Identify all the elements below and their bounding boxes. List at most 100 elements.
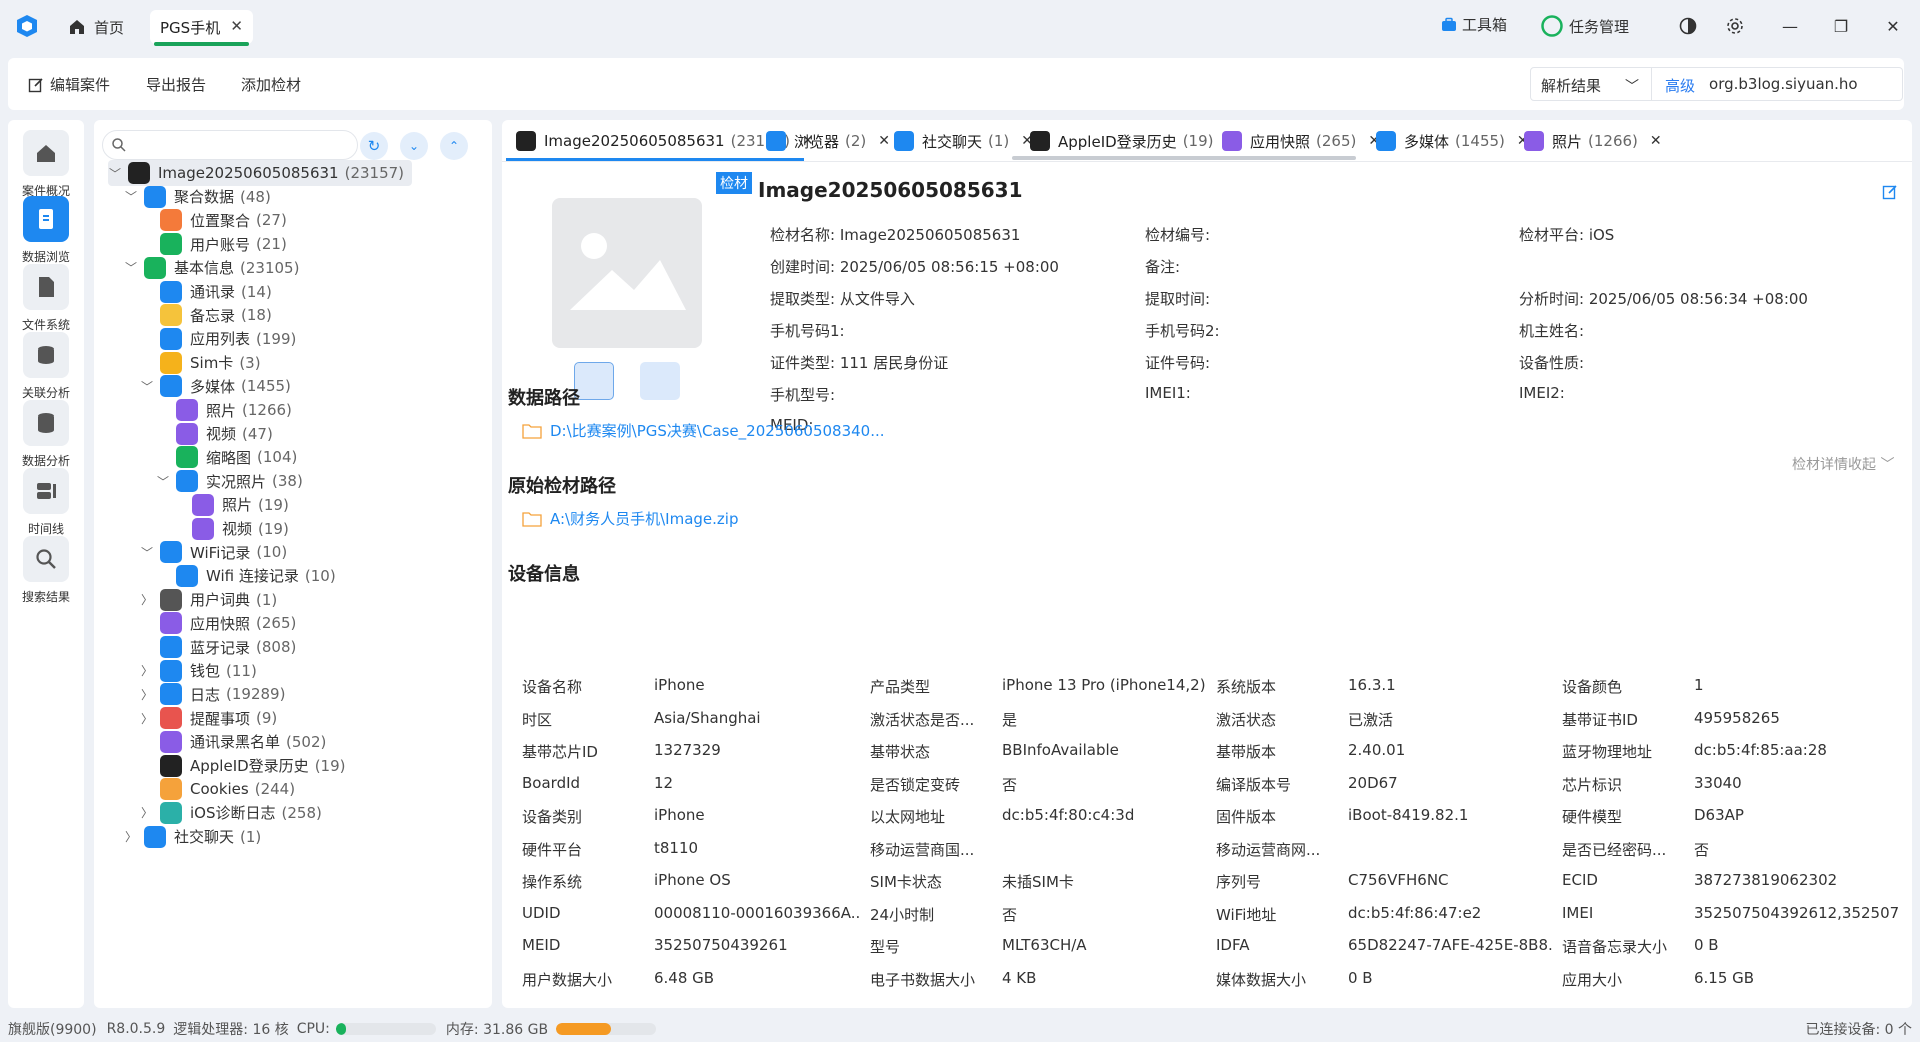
tree-node[interactable]: 〉 用户词典 (1) bbox=[140, 587, 277, 613]
correlation-icon bbox=[38, 346, 54, 364]
tree-search-input[interactable] bbox=[102, 130, 358, 160]
tree-node[interactable]: 位置聚合 (27) bbox=[140, 207, 287, 233]
toolbox-button[interactable]: 工具箱 bbox=[1441, 14, 1507, 35]
tree-node[interactable]: Sim卡 (3) bbox=[140, 350, 261, 376]
chevron-right-icon[interactable]: 〉 bbox=[140, 804, 154, 821]
tree-node[interactable]: ﹀ WiFi记录 (10) bbox=[140, 539, 287, 565]
close-icon[interactable]: ✕ bbox=[1650, 133, 1662, 149]
close-icon[interactable]: ✕ bbox=[230, 17, 243, 35]
data-path-link[interactable]: D:\比赛案例\PGS决赛\Case_2025060508340... bbox=[522, 420, 885, 441]
nav-item-5[interactable]: 时间线 bbox=[8, 468, 84, 542]
tree-node[interactable]: 通讯录 (14) bbox=[140, 279, 272, 305]
tab-count: (19) bbox=[1182, 132, 1214, 150]
content-tab[interactable]: 照片 (1266) ✕ bbox=[1524, 128, 1662, 154]
nav-item-2[interactable]: 文件系统 bbox=[8, 264, 84, 338]
close-window-button[interactable]: ✕ bbox=[1878, 12, 1908, 40]
chevron-down-icon[interactable]: ﹀ bbox=[140, 544, 154, 561]
source-path-link[interactable]: A:\财务人员手机\Image.zip bbox=[522, 508, 738, 529]
content-tab[interactable]: AppleID登录历史(19)✕ bbox=[1030, 128, 1237, 154]
theme-toggle-button[interactable] bbox=[1673, 12, 1703, 40]
tab-icon bbox=[1030, 131, 1050, 151]
chevron-down-icon[interactable]: ﹀ bbox=[156, 473, 170, 490]
tree-node[interactable]: 〉 日志 (19289) bbox=[140, 681, 285, 707]
device-field-label: 基带版本 bbox=[1216, 743, 1277, 761]
chevron-right-icon[interactable]: 〉 bbox=[140, 686, 154, 703]
thumbnail-prev-button[interactable] bbox=[574, 362, 614, 400]
home-tab[interactable]: 首页 bbox=[58, 12, 134, 42]
tab-scrollbar[interactable] bbox=[1012, 156, 1356, 160]
tree-node[interactable]: 〉 提醒事项 (9) bbox=[140, 705, 277, 731]
nav-item-0[interactable]: 案件概况 bbox=[8, 130, 84, 204]
tree-node[interactable]: 应用列表 (199) bbox=[140, 326, 296, 352]
chevron-right-icon[interactable]: 〉 bbox=[140, 710, 154, 727]
device-field-value: 1 bbox=[1694, 676, 1704, 694]
evidence-field: 检材名称: Image20250605085631 bbox=[770, 226, 1021, 244]
add-evidence-button[interactable]: 添加检材 bbox=[241, 74, 301, 95]
tree-node[interactable]: ﹀ Image20250605085631 (23157) bbox=[108, 160, 413, 186]
chevron-down-icon[interactable]: ﹀ bbox=[140, 378, 154, 395]
tree-node[interactable]: 蓝牙记录 (808) bbox=[140, 634, 296, 660]
tree-node[interactable]: ﹀ 聚合数据 (48) bbox=[124, 184, 271, 210]
collapse-all-button[interactable]: ⌄ bbox=[400, 132, 428, 160]
tree-node[interactable]: 〉 钱包 (11) bbox=[140, 658, 257, 684]
chevron-down-icon[interactable]: ﹀ bbox=[124, 188, 138, 205]
edit-details-icon[interactable] bbox=[1882, 184, 1898, 200]
edit-case-button[interactable]: 编辑案件 bbox=[28, 74, 110, 95]
content-tab[interactable]: 应用快照 (265) ✕ bbox=[1222, 128, 1380, 154]
search-input[interactable]: 高级 org.b3log.siyuan.ho bbox=[1651, 67, 1903, 101]
evidence-field: 设备性质: bbox=[1519, 354, 1585, 372]
tree-node[interactable]: 〉 iOS诊断日志 (258) bbox=[140, 800, 322, 826]
chevron-down-icon[interactable]: ﹀ bbox=[124, 259, 138, 276]
refresh-button[interactable]: ↻ bbox=[360, 132, 388, 160]
tree-node[interactable]: 用户账号 (21) bbox=[140, 231, 287, 257]
nav-item-1[interactable]: 数据浏览 bbox=[8, 196, 84, 270]
thumbnail-next-button[interactable] bbox=[640, 362, 680, 400]
content-tab[interactable]: 浏览器 (2) ✕ bbox=[766, 128, 890, 154]
tree-node-icon bbox=[144, 185, 166, 208]
advanced-search-link[interactable]: 高级 bbox=[1665, 75, 1695, 95]
chevron-right-icon[interactable]: 〉 bbox=[140, 662, 154, 679]
tree-node[interactable]: AppleID登录历史 (19) bbox=[140, 753, 345, 779]
content-tab[interactable]: 多媒体 (1455) ✕ bbox=[1376, 128, 1529, 154]
tree-node[interactable]: 缩略图 (104) bbox=[156, 444, 297, 470]
evidence-field: 手机号码2: bbox=[1145, 322, 1220, 340]
close-icon[interactable]: ✕ bbox=[878, 133, 890, 149]
chevron-down-icon[interactable]: ﹀ bbox=[108, 165, 122, 182]
device-field-label: 移动运营商网... bbox=[1216, 840, 1321, 859]
tab-icon bbox=[1524, 131, 1544, 151]
tree-node[interactable]: 备忘录 (18) bbox=[140, 302, 272, 328]
settings-button[interactable] bbox=[1720, 12, 1750, 40]
tree-node[interactable]: ﹀ 多媒体 (1455) bbox=[140, 373, 291, 399]
device-field-label: 是否锁定变砖 bbox=[870, 775, 961, 794]
tree-node-label: 日志 bbox=[190, 685, 221, 704]
tree-node[interactable]: 〉 社交聊天 (1) bbox=[124, 824, 261, 850]
tree-node[interactable]: 视频 (19) bbox=[172, 516, 289, 542]
search-scope-select[interactable]: 解析结果 ﹀ bbox=[1530, 67, 1652, 101]
restore-button[interactable]: ❐ bbox=[1826, 12, 1856, 40]
nav-item-6[interactable]: 搜索结果 bbox=[8, 536, 84, 610]
tree-node[interactable]: 应用快照 (265) bbox=[140, 610, 296, 636]
tree-node[interactable]: Cookies (244) bbox=[140, 776, 295, 802]
chevron-right-icon[interactable]: 〉 bbox=[124, 828, 138, 845]
collapse-details-link[interactable]: 检材详情收起 ﹀ bbox=[1792, 454, 1894, 474]
tree-node-count: (18) bbox=[241, 306, 272, 325]
tab-pgs-phone[interactable]: PGS手机 ✕ bbox=[150, 10, 253, 46]
content-tab[interactable]: 社交聊天 (1) ✕ bbox=[894, 128, 1033, 154]
tree-node[interactable]: 照片 (1266) bbox=[156, 397, 292, 423]
tree-node[interactable]: ﹀ 实况照片 (38) bbox=[156, 468, 303, 494]
export-report-button[interactable]: 导出报告 bbox=[146, 74, 206, 95]
minimize-button[interactable]: — bbox=[1775, 12, 1805, 40]
tree-node[interactable]: Wifi 连接记录 (10) bbox=[156, 563, 336, 589]
task-manager-button[interactable]: 任务管理 bbox=[1540, 14, 1629, 38]
tree-node[interactable]: 通讯录黑名单 (502) bbox=[140, 729, 326, 755]
tree-node-icon bbox=[176, 422, 198, 445]
tree-node[interactable]: 照片 (19) bbox=[172, 492, 289, 518]
nav-item-3[interactable]: 关联分析 bbox=[8, 332, 84, 406]
chevron-right-icon[interactable]: 〉 bbox=[140, 591, 154, 608]
tree-node[interactable]: 视频 (47) bbox=[156, 421, 273, 447]
active-tab-indicator bbox=[506, 158, 804, 161]
tree-node[interactable]: ﹀ 基本信息 (23105) bbox=[124, 255, 299, 281]
nav-item-4[interactable]: 数据分析 bbox=[8, 400, 84, 474]
expand-all-button[interactable]: ⌃ bbox=[440, 132, 468, 160]
evidence-field: 分析时间: 2025/06/05 08:56:34 +08:00 bbox=[1519, 290, 1808, 308]
